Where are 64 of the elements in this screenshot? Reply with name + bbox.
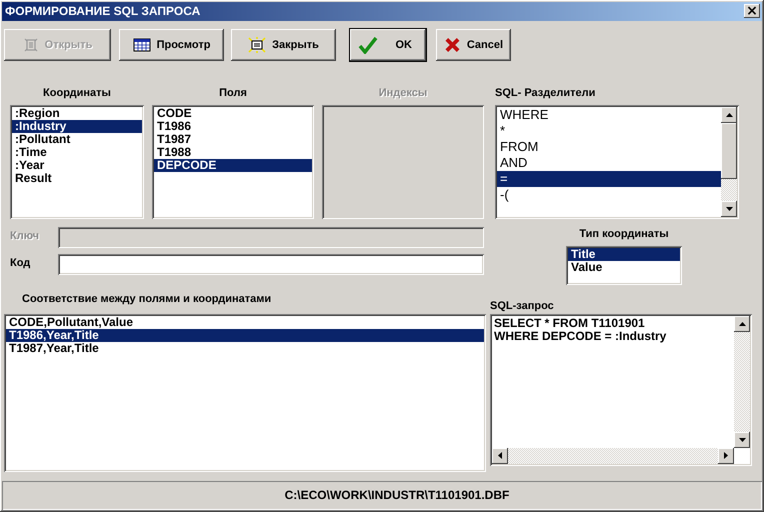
ok-button[interactable]: OK — [350, 28, 426, 61]
arrow-up-icon — [738, 320, 746, 327]
close-button[interactable]: Закрыть — [231, 28, 336, 61]
list-item[interactable]: WHERE — [497, 106, 721, 123]
list-item[interactable]: * — [497, 122, 721, 139]
list-label: Поля — [219, 86, 247, 101]
separators-list[interactable]: WHERE * FROM AND = -( — [495, 104, 739, 219]
sql-query-text: SELECT * FROM T1101901 WHERE DEPCODE = :Industry — [493, 316, 668, 344]
list-item[interactable]: T1988 — [154, 146, 312, 159]
cancel-button[interactable]: Cancel — [436, 28, 511, 61]
scroll-down-button[interactable] — [721, 200, 737, 217]
cross-icon — [444, 36, 461, 54]
list-item[interactable]: CODE — [154, 106, 312, 120]
scroll-up-button[interactable] — [734, 316, 750, 332]
list-item[interactable]: :Time — [12, 146, 142, 159]
close-button[interactable]: × — [744, 4, 760, 18]
checkmark-icon — [358, 36, 378, 54]
list-label: Индексы — [378, 86, 428, 101]
list-item[interactable]: Title — [568, 248, 680, 261]
sql-query-area[interactable]: SELECT * FROM T1101901 WHERE DEPCODE = :Industry — [490, 314, 752, 466]
list-label: Тип координаты — [579, 228, 669, 242]
fields-list[interactable]: CODE T1986 T1987 T1988 DEPCODE — [152, 104, 314, 219]
list-item[interactable]: T1986,Year,Title — [6, 328, 484, 342]
list-item[interactable]: :Pollutant — [12, 132, 142, 146]
arrow-right-icon — [723, 451, 729, 460]
list-item[interactable]: = — [497, 170, 721, 187]
document-icon — [22, 36, 39, 53]
field-label: Ключ — [10, 230, 40, 244]
arrow-up-icon — [724, 112, 734, 118]
list-item[interactable]: :Year — [12, 158, 142, 172]
list-item[interactable]: Result — [12, 172, 142, 185]
list-item[interactable]: CODE,Pollutant,Value — [6, 316, 484, 329]
arrow-down-icon — [724, 206, 734, 212]
list-label: Координаты — [43, 86, 111, 101]
scroll-right-button[interactable] — [718, 448, 734, 464]
arrow-left-icon — [497, 451, 503, 460]
scroll-thumb[interactable] — [721, 122, 737, 179]
mapping-list[interactable]: CODE,Pollutant,Value T1986,Year,Title T1987,Year,Title — [4, 314, 486, 472]
window-title: ФОРМИРОВАНИЕ SQL ЗАПРОСА — [5, 4, 200, 18]
table-icon — [132, 36, 151, 53]
list-label: SQL- Разделители — [495, 86, 596, 101]
scroll-left-button[interactable] — [492, 448, 508, 464]
list-item[interactable]: T1987,Year,Title — [6, 342, 484, 355]
coordinate-type-list[interactable]: Title Value — [566, 246, 682, 285]
arrow-down-icon — [738, 436, 746, 443]
list-label: Соответствие между полями и координатами — [22, 292, 272, 307]
field-label: Код — [10, 257, 32, 272]
preview-button[interactable]: Просмотр — [119, 28, 224, 61]
text-area-label: SQL-запрос — [490, 300, 555, 314]
list-item[interactable]: DEPCODE — [154, 158, 312, 172]
scroll-up-button[interactable] — [721, 106, 737, 123]
list-item[interactable]: AND — [497, 154, 721, 171]
list-item[interactable]: T1986 — [154, 120, 312, 133]
document-icon — [248, 36, 266, 53]
file-path: C:\ECO\WORK\INDUSTR\T1101901.DBF — [284, 488, 510, 502]
list-item[interactable]: :Industry — [12, 120, 142, 133]
list-item[interactable]: -( — [497, 186, 721, 203]
list-item[interactable]: :Region — [12, 106, 142, 120]
list-item[interactable]: T1987 — [154, 132, 312, 146]
code-field[interactable] — [58, 254, 484, 275]
list-item[interactable]: FROM — [497, 138, 721, 155]
scroll-down-button[interactable] — [734, 432, 750, 448]
coordinates-list[interactable]: :Region :Industry :Pollutant :Time :Year Result — [10, 104, 144, 219]
list-item[interactable]: Value — [568, 260, 680, 274]
